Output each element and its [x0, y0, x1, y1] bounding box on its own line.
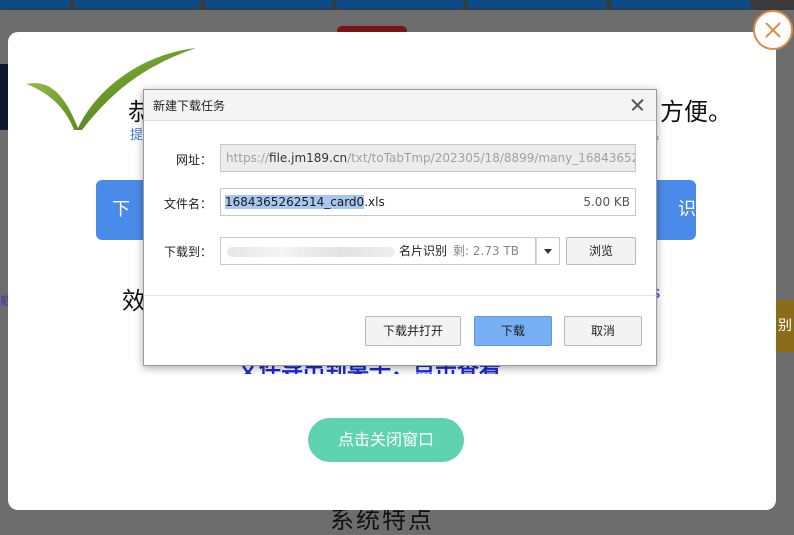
close-window-button[interactable]: 点击关闭窗口: [308, 418, 464, 462]
popup-download-button[interactable]: 下载: [96, 180, 146, 240]
save-path-folder: 名片识别: [399, 244, 448, 258]
background-nav-tab: [467, 0, 607, 9]
free-space: 剩: 2.73 TB: [453, 244, 519, 258]
popup-recognize-button[interactable]: 识别: [656, 180, 696, 240]
filename-label: 文件名：: [163, 197, 212, 211]
cancel-button[interactable]: 取消: [564, 316, 642, 346]
popup-hint: 提: [130, 128, 144, 143]
dropdown-arrow-icon[interactable]: [536, 237, 560, 265]
background-top-nav: [0, 0, 794, 10]
filename-selected-text: 1684365262514_card0: [225, 195, 365, 209]
background-nav-tab: [611, 0, 751, 9]
new-download-dialog: 新建下载任务 网址： https://file.jm189.cn/txt/toT…: [143, 89, 657, 366]
url-field[interactable]: https://file.jm189.cn/txt/toTabTmp/20230…: [220, 144, 636, 172]
background-nav-tab: [74, 0, 200, 9]
popup-title-tail: 方便。: [660, 98, 732, 126]
dialog-titlebar: 新建下载任务: [144, 90, 656, 121]
save-path-redacted: [227, 246, 395, 257]
dialog-divider: [144, 295, 656, 296]
save-location-label: 下载到：: [163, 245, 212, 259]
filename-extension: .xls: [364, 195, 385, 209]
browse-button[interactable]: 浏览: [566, 237, 636, 265]
url-scheme: https://: [226, 151, 270, 165]
background-nav-tab: [0, 0, 70, 9]
background-nav-tab: [336, 0, 464, 9]
download-and-open-button[interactable]: 下载并打开: [365, 316, 461, 346]
background-nav-tab: [205, 0, 333, 9]
url-host: file.jm189.cn: [269, 151, 348, 165]
filename-input[interactable]: 1684365262514_card0.xls 5.00 KB: [220, 188, 636, 216]
close-icon[interactable]: [753, 10, 793, 50]
background-right-tab: 别: [776, 300, 794, 352]
close-icon[interactable]: [630, 98, 644, 112]
download-button[interactable]: 下载: [474, 316, 552, 346]
url-path: /txt/toTabTmp/202305/18/8899/many_168436…: [347, 151, 636, 165]
file-size: 5.00 KB: [583, 195, 630, 209]
url-label: 网址：: [175, 153, 212, 167]
save-path-field[interactable]: 名片识别 剩: 2.73 TB: [220, 237, 536, 265]
dialog-title: 新建下载任务: [153, 99, 226, 113]
